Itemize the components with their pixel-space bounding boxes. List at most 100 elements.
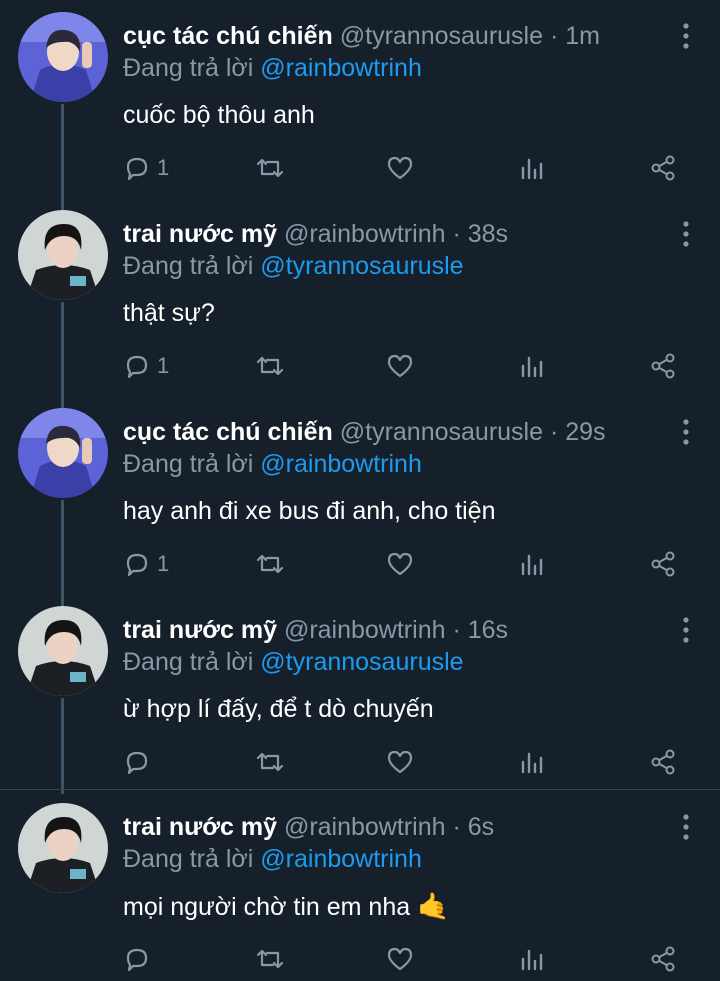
like-button[interactable] xyxy=(386,348,414,384)
separator-dot: · xyxy=(549,418,559,446)
timestamp[interactable]: 29s xyxy=(565,418,605,446)
analytics-button[interactable] xyxy=(519,150,545,186)
share-icon xyxy=(651,155,675,181)
display-name[interactable]: trai nước mỹ xyxy=(123,220,277,248)
analytics-button[interactable] xyxy=(519,546,545,582)
replying-to-label: Đang trả lời xyxy=(123,54,254,82)
avatar[interactable] xyxy=(18,408,108,498)
reply-icon xyxy=(126,553,148,577)
tweet-text: ừ hợp lí đấy, để t dò chuyến xyxy=(123,695,434,723)
tweet-text: cuốc bộ thôu anh xyxy=(123,101,315,129)
share-button[interactable] xyxy=(649,546,677,582)
display-name[interactable]: trai nước mỹ xyxy=(123,616,277,644)
user-handle[interactable]: @rainbowtrinh xyxy=(284,813,446,841)
tweet[interactable]: trai nước mỹ @rainbowtrinh · 38s Đang tr… xyxy=(0,198,720,396)
reply-button[interactable] xyxy=(123,744,157,780)
tweet-actions: 1 xyxy=(123,150,683,190)
reply-icon xyxy=(126,751,148,775)
avatar[interactable] xyxy=(18,803,108,893)
analytics-button[interactable] xyxy=(519,941,545,977)
retweet-button[interactable] xyxy=(255,150,285,186)
avatar-cuc-tac-image xyxy=(18,12,108,102)
replying-to: Đang trả lời @tyrannosaurusle xyxy=(123,646,464,678)
reply-icon xyxy=(126,157,148,181)
display-name[interactable]: cục tác chú chiến xyxy=(123,22,333,50)
retweet-icon xyxy=(256,752,284,772)
analytics-button[interactable] xyxy=(519,744,545,780)
share-button[interactable] xyxy=(649,348,677,384)
tweet-header: cục tác chú chiến @tyrannosaurusle · 1m xyxy=(123,20,650,52)
reply-icon xyxy=(126,948,148,972)
share-icon xyxy=(651,946,675,972)
replying-to: Đang trả lời @tyrannosaurusle xyxy=(123,250,464,282)
like-button[interactable] xyxy=(386,546,414,582)
avatar-trai-nuoc-my-image xyxy=(18,803,108,893)
mention-link[interactable]: @tyrannosaurusle xyxy=(260,648,463,676)
reply-icon xyxy=(126,355,148,379)
mention-link[interactable]: @rainbowtrinh xyxy=(260,54,422,82)
timestamp[interactable]: 38s xyxy=(468,220,508,248)
like-icon xyxy=(387,750,413,774)
more-icon[interactable] xyxy=(680,616,692,644)
tweet[interactable]: trai nước mỹ @rainbowtrinh · 16s Đang tr… xyxy=(0,594,720,790)
tweet-actions: 1 xyxy=(123,546,683,586)
timestamp[interactable]: 6s xyxy=(468,813,494,841)
avatar-cuc-tac-image xyxy=(18,408,108,498)
user-handle[interactable]: @rainbowtrinh xyxy=(284,220,446,248)
tweet-actions xyxy=(123,744,683,784)
retweet-icon xyxy=(256,158,284,178)
retweet-button[interactable] xyxy=(255,941,285,977)
retweet-icon xyxy=(256,554,284,574)
like-button[interactable] xyxy=(386,150,414,186)
avatar[interactable] xyxy=(18,210,108,300)
share-icon xyxy=(651,551,675,577)
tweet-actions xyxy=(123,941,683,981)
timestamp[interactable]: 1m xyxy=(565,22,600,50)
retweet-button[interactable] xyxy=(255,348,285,384)
mention-link[interactable]: @rainbowtrinh xyxy=(260,845,422,873)
analytics-button[interactable] xyxy=(519,348,545,384)
reply-button[interactable]: 1 xyxy=(123,150,169,186)
share-button[interactable] xyxy=(649,150,677,186)
like-button[interactable] xyxy=(386,941,414,977)
tweet[interactable]: cục tác chú chiến @tyrannosaurusle · 1m … xyxy=(0,0,720,198)
reply-button[interactable]: 1 xyxy=(123,546,169,582)
call-me-hand-emoji: 🤙 xyxy=(417,891,450,921)
retweet-button[interactable] xyxy=(255,546,285,582)
tweet-text: mọi người chờ tin em nha xyxy=(123,893,411,921)
tweet-header: cục tác chú chiến @tyrannosaurusle · 29s xyxy=(123,416,650,448)
more-icon[interactable] xyxy=(680,220,692,248)
more-icon[interactable] xyxy=(680,22,692,50)
reply-button[interactable] xyxy=(123,941,157,977)
reply-count: 1 xyxy=(157,353,170,378)
separator-dot: · xyxy=(452,220,461,248)
more-icon[interactable] xyxy=(680,418,692,446)
avatar-trai-nuoc-my-image xyxy=(18,210,108,300)
share-icon xyxy=(651,749,675,775)
analytics-icon xyxy=(521,949,543,971)
display-name[interactable]: cục tác chú chiến xyxy=(123,418,333,446)
reply-button[interactable]: 1 xyxy=(123,348,169,384)
tweet-header: trai nước mỹ @rainbowtrinh · 38s xyxy=(123,218,650,250)
tweet[interactable]: cục tác chú chiến @tyrannosaurusle · 29s… xyxy=(0,396,720,594)
mention-link[interactable]: @rainbowtrinh xyxy=(260,450,422,478)
separator-dot: · xyxy=(452,813,461,841)
avatar[interactable] xyxy=(18,606,108,696)
retweet-button[interactable] xyxy=(255,744,285,780)
more-icon[interactable] xyxy=(680,813,692,841)
avatar-trai-nuoc-my-image xyxy=(18,606,108,696)
tweet-header: trai nước mỹ @rainbowtrinh · 16s xyxy=(123,614,650,646)
share-button[interactable] xyxy=(649,941,677,977)
like-icon xyxy=(387,156,413,180)
share-button[interactable] xyxy=(649,744,677,780)
like-icon xyxy=(387,354,413,378)
user-handle[interactable]: @tyrannosaurusle xyxy=(340,22,543,50)
mention-link[interactable]: @tyrannosaurusle xyxy=(260,252,463,280)
timestamp[interactable]: 16s xyxy=(468,616,508,644)
user-handle[interactable]: @tyrannosaurusle xyxy=(340,418,543,446)
like-button[interactable] xyxy=(386,744,414,780)
tweet[interactable]: trai nước mỹ @rainbowtrinh · 6s Đang trả… xyxy=(0,791,720,981)
display-name[interactable]: trai nước mỹ xyxy=(123,813,277,841)
avatar[interactable] xyxy=(18,12,108,102)
user-handle[interactable]: @rainbowtrinh xyxy=(284,616,446,644)
